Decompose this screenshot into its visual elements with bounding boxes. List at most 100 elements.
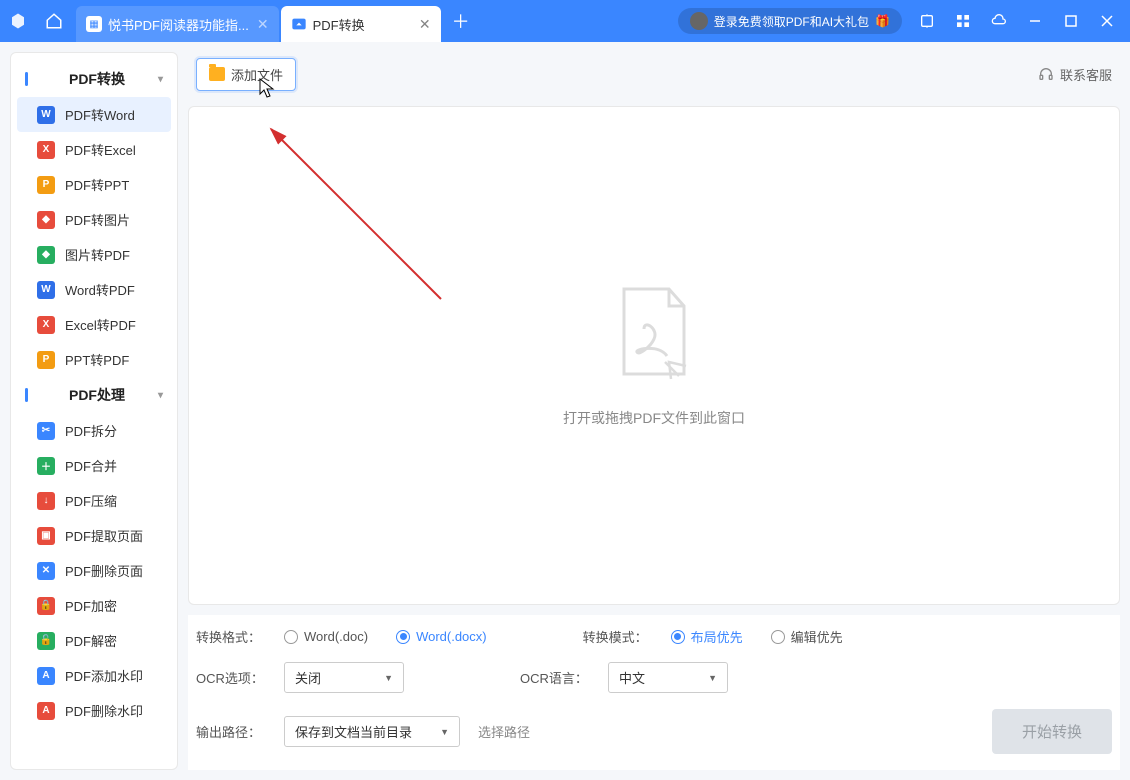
sidebar-item-1-4[interactable]: ✕PDF删除页面	[17, 553, 171, 588]
sidebar-group-header-1[interactable]: PDF处理▾	[11, 377, 177, 413]
sidebar-item-label: PDF拆分	[65, 421, 117, 440]
format-radio-group: Word(.doc) Word(.docx)	[284, 629, 487, 644]
promo-banner[interactable]: 登录免费领取PDF和AI大礼包 🎁	[678, 8, 902, 34]
tab-label: PDF转换	[313, 15, 365, 34]
mode-radio-0[interactable]: 布局优先	[671, 627, 743, 646]
sidebar-item-label: PDF删除水印	[65, 701, 143, 720]
contact-support-button[interactable]: 联系客服	[1038, 65, 1112, 84]
sidebar-item-1-3[interactable]: ▣PDF提取页面	[17, 518, 171, 553]
tab-1[interactable]: PDF转换 ✕	[281, 6, 441, 42]
choose-path-button[interactable]: 选择路径	[478, 722, 530, 741]
ocr-option-label: OCR选项：	[196, 668, 266, 687]
ocr-option-value: 关闭	[295, 668, 321, 687]
sidebar-item-icon: ＋	[37, 457, 55, 475]
sidebar-item-icon: 🔒	[37, 597, 55, 615]
sidebar-item-label: PDF解密	[65, 631, 117, 650]
chevron-down-icon: ▼	[708, 673, 717, 683]
start-convert-button[interactable]: 开始转换	[992, 709, 1112, 754]
tab-label: 悦书PDF阅读器功能指...	[108, 15, 249, 34]
output-path-select[interactable]: 保存到文档当前目录 ▼	[284, 716, 460, 747]
maximize-button[interactable]	[1060, 10, 1082, 32]
sidebar-item-0-0[interactable]: WPDF转Word	[17, 97, 171, 132]
sidebar-item-icon: W	[37, 281, 55, 299]
sidebar-item-1-7[interactable]: APDF添加水印	[17, 658, 171, 693]
format-radio-0[interactable]: Word(.doc)	[284, 629, 368, 644]
sidebar-item-0-6[interactable]: X Excel转PDF	[17, 307, 171, 342]
sidebar-item-icon: 🔓	[37, 632, 55, 650]
sidebar-item-label: PDF合并	[65, 456, 117, 475]
sidebar-item-icon: A	[37, 702, 55, 720]
radio-icon	[771, 630, 785, 644]
dropzone-text: 打开或拖拽PDF文件到此窗口	[563, 408, 745, 428]
new-tab-button[interactable]: ＋	[443, 3, 479, 39]
sidebar-item-label: Excel转PDF	[65, 315, 136, 334]
chevron-down-icon: ▾	[158, 74, 163, 85]
tab-bar: ▦悦书PDF阅读器功能指...✕PDF转换✕	[76, 0, 443, 42]
sidebar-item-label: PDF转Word	[65, 105, 135, 124]
sidebar-item-icon: ◆	[37, 246, 55, 264]
sidebar-item-icon: P	[37, 176, 55, 194]
close-button[interactable]	[1096, 10, 1118, 32]
sidebar-group-header-0[interactable]: PDF转换 ▾	[11, 61, 177, 97]
apps-icon[interactable]	[952, 10, 974, 32]
sidebar-item-1-0[interactable]: ✂ PDF拆分	[17, 413, 171, 448]
sidebar-item-0-3[interactable]: ◆PDF转图片	[17, 202, 171, 237]
sidebar-group-title: PDF转换	[69, 69, 125, 89]
chevron-down-icon: ▼	[384, 673, 393, 683]
sidebar-item-label: PDF压缩	[65, 491, 117, 510]
ocr-lang-label: OCR语言：	[520, 668, 590, 687]
sidebar-item-0-4[interactable]: ◆ 图片转PDF	[17, 237, 171, 272]
sidebar-item-1-2[interactable]: ↓ PDF压缩	[17, 483, 171, 518]
sidebar-item-label: PDF删除页面	[65, 561, 143, 580]
content-toolbar: 添加文件 联系客服	[188, 52, 1120, 96]
sidebar-item-icon: X	[37, 141, 55, 159]
sidebar-item-0-5[interactable]: W Word转PDF	[17, 272, 171, 307]
home-button[interactable]	[36, 6, 72, 36]
sidebar-item-0-2[interactable]: PPDF转PPT	[17, 167, 171, 202]
ocr-option-select[interactable]: 关闭 ▼	[284, 662, 404, 693]
chevron-down-icon: ▼	[440, 727, 449, 737]
sidebar-item-icon: A	[37, 667, 55, 685]
sidebar-group-title: PDF处理	[69, 385, 125, 405]
format-label: 转换格式：	[196, 627, 266, 646]
contact-label: 联系客服	[1060, 65, 1112, 84]
output-path-value: 保存到文档当前目录	[295, 722, 412, 741]
gift-icon: 🎁	[875, 14, 890, 28]
extension-icon[interactable]	[916, 10, 938, 32]
tab-close-icon[interactable]: ✕	[411, 16, 431, 33]
sidebar-item-icon: ✂	[37, 422, 55, 440]
cloud-icon[interactable]	[988, 10, 1010, 32]
sidebar-item-0-7[interactable]: PPPT转PDF	[17, 342, 171, 377]
document-icon: ▦	[86, 16, 102, 32]
annotation-arrow	[261, 119, 461, 319]
output-label: 输出路径：	[196, 722, 266, 741]
sidebar-item-1-5[interactable]: 🔒PDF加密	[17, 588, 171, 623]
format-radio-1[interactable]: Word(.docx)	[396, 629, 487, 644]
convert-icon	[291, 16, 307, 32]
sidebar-item-label: PDF提取页面	[65, 526, 143, 545]
ocr-lang-value: 中文	[619, 668, 645, 687]
titlebar: ▦悦书PDF阅读器功能指...✕PDF转换✕ ＋ 登录免费领取PDF和AI大礼包…	[0, 0, 1130, 42]
file-dropzone[interactable]: 打开或拖拽PDF文件到此窗口	[188, 106, 1120, 605]
sidebar-item-label: PDF转Excel	[65, 140, 136, 159]
sidebar-item-icon: ↓	[37, 492, 55, 510]
minimize-button[interactable]	[1024, 10, 1046, 32]
mode-radio-1[interactable]: 编辑优先	[771, 627, 843, 646]
sidebar-item-label: Word转PDF	[65, 280, 135, 299]
sidebar-item-icon: X	[37, 316, 55, 334]
sidebar-item-1-1[interactable]: ＋ PDF合并	[17, 448, 171, 483]
sidebar-item-0-1[interactable]: X PDF转Excel	[17, 132, 171, 167]
ocr-lang-select[interactable]: 中文 ▼	[608, 662, 728, 693]
sidebar: PDF转换▾WPDF转WordXPDF转ExcelPPDF转PPT◆PDF转图片…	[10, 52, 178, 770]
tab-close-icon[interactable]: ✕	[249, 16, 269, 33]
sidebar-item-label: 图片转PDF	[65, 245, 130, 264]
sidebar-item-1-8[interactable]: A PDF删除水印	[17, 693, 171, 728]
sidebar-item-1-6[interactable]: 🔓 PDF解密	[17, 623, 171, 658]
sidebar-item-label: PDF转图片	[65, 210, 130, 229]
radio-label: 布局优先	[691, 627, 743, 646]
add-file-button[interactable]: 添加文件	[196, 58, 296, 91]
avatar-icon	[690, 12, 708, 30]
add-file-label: 添加文件	[231, 65, 283, 84]
radio-icon	[284, 630, 298, 644]
tab-0[interactable]: ▦ 悦书PDF阅读器功能指...✕	[76, 6, 279, 42]
